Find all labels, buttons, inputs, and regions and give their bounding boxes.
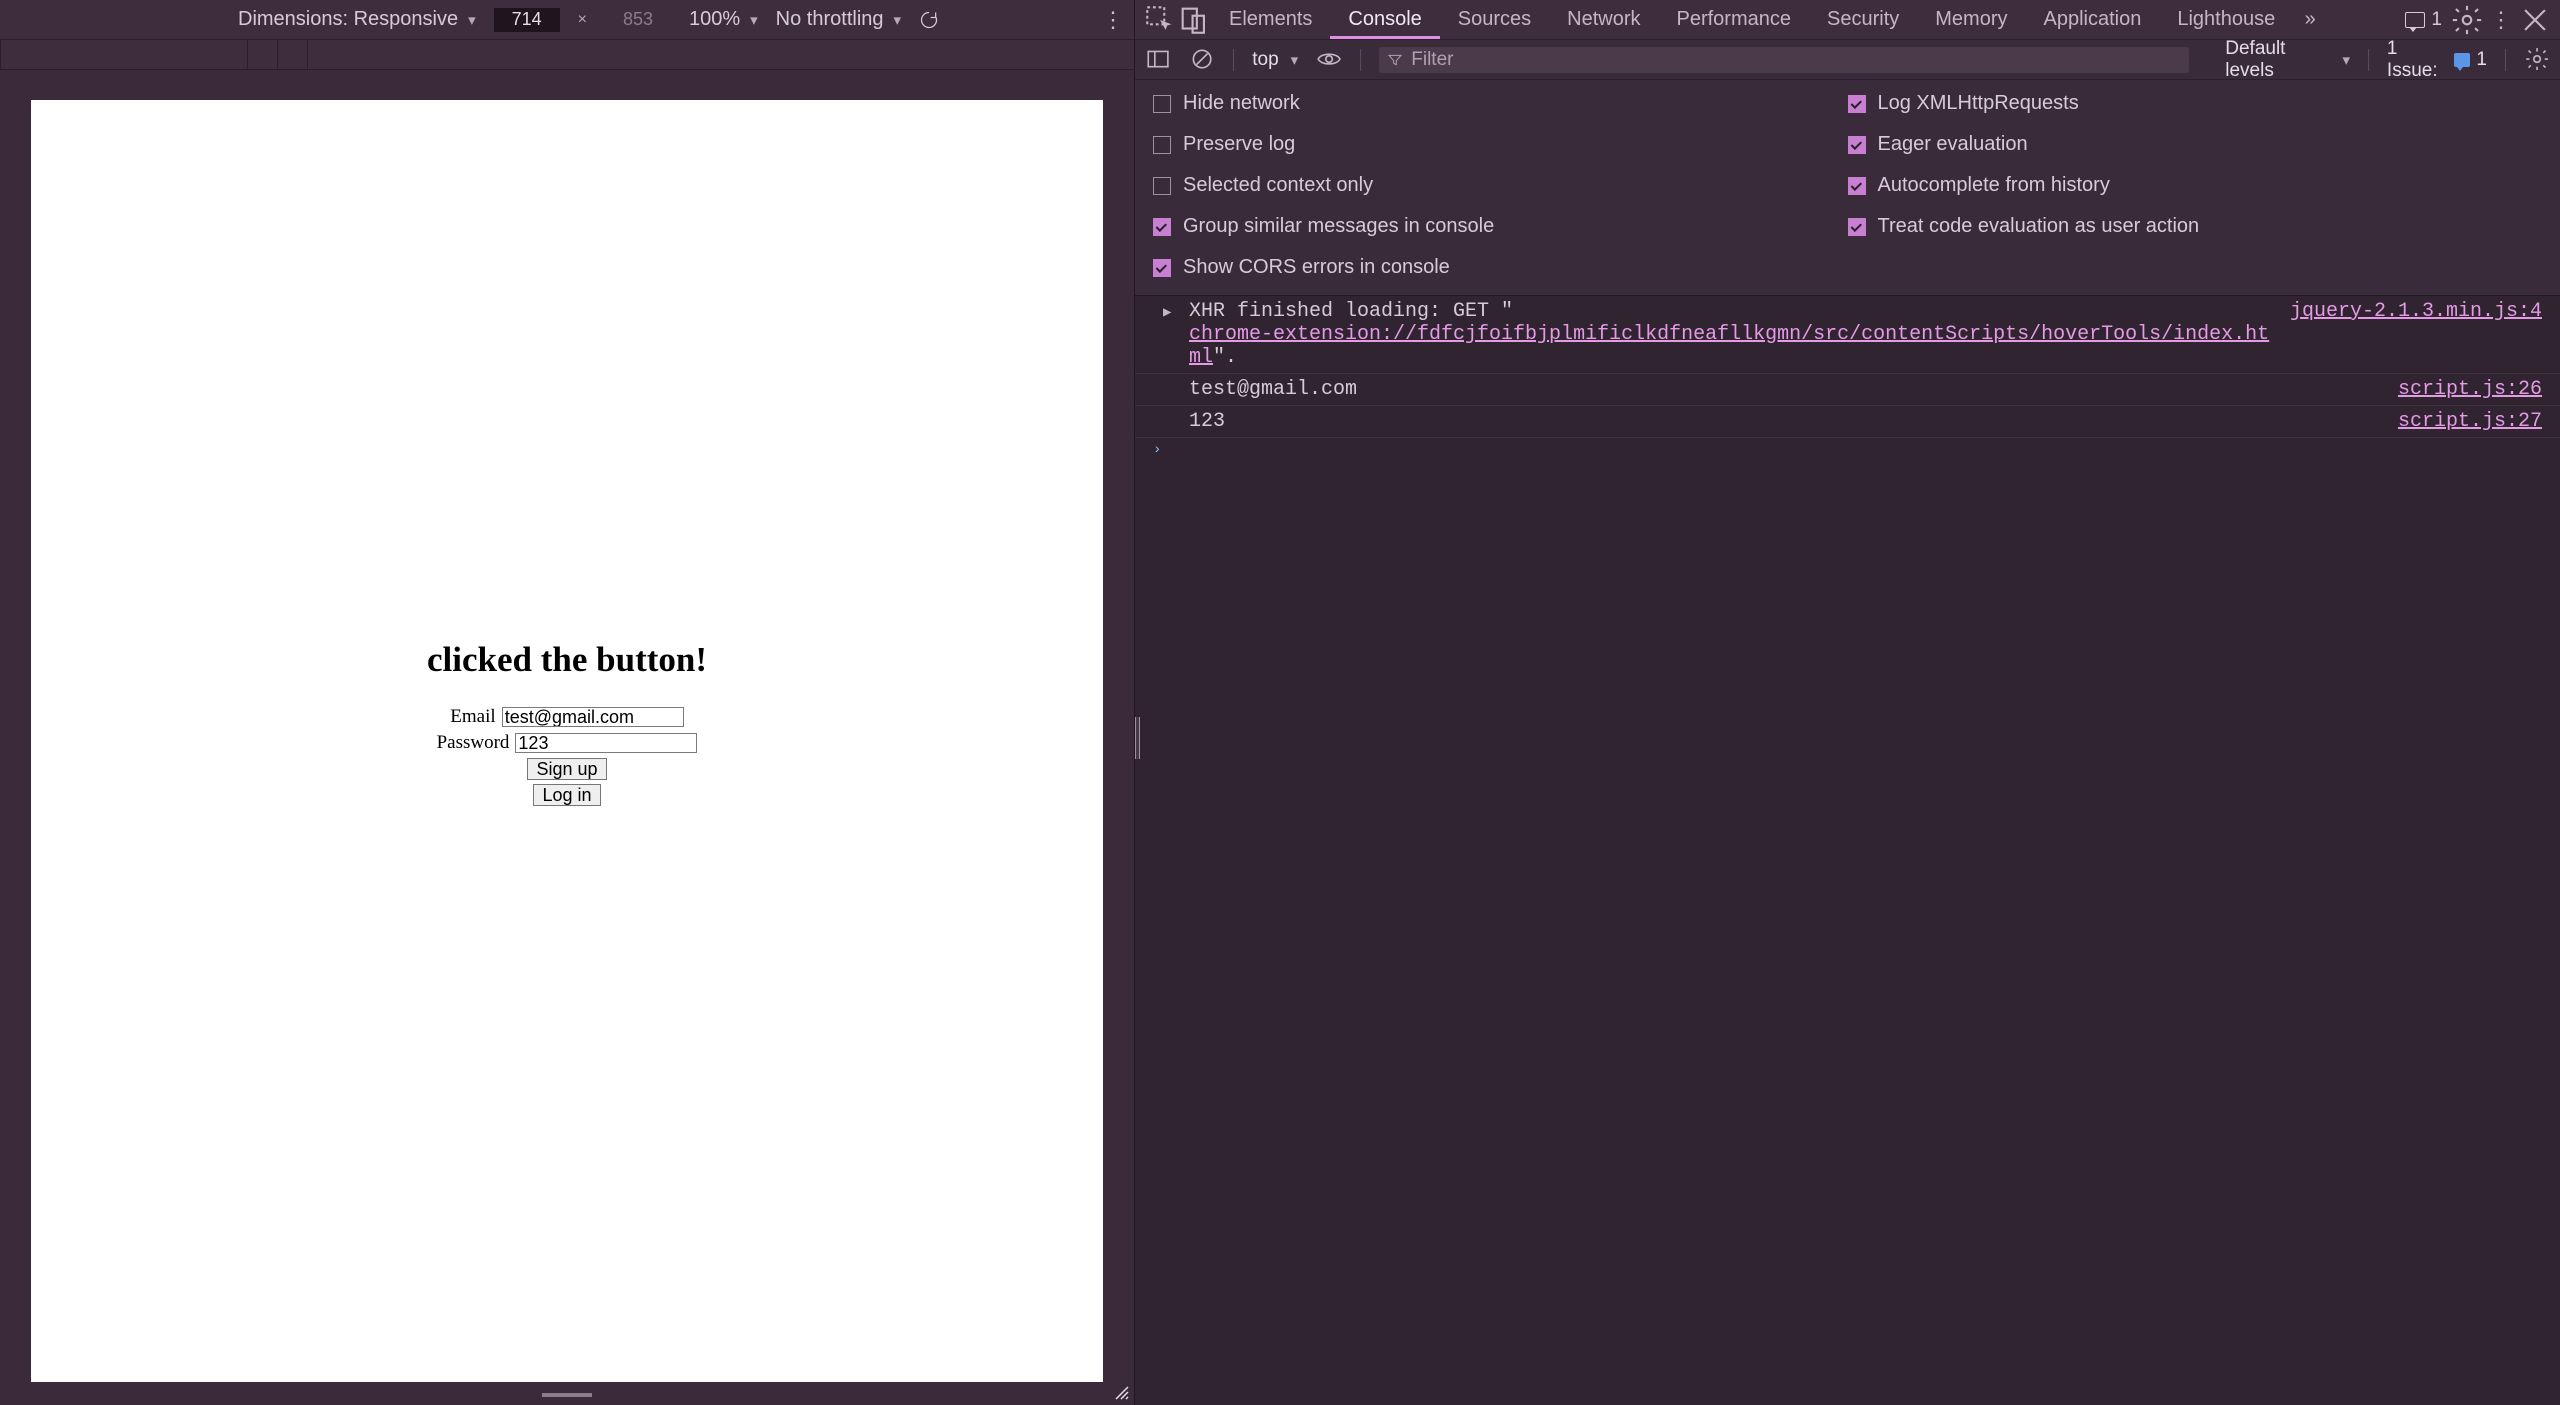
checkbox-icon: [1848, 177, 1866, 195]
sidebar-toggle-icon[interactable]: [1145, 46, 1171, 74]
messages-count: 1: [2431, 9, 2442, 31]
filter-input-container[interactable]: [1379, 47, 2189, 73]
console-toolbar: top Default levels 1 Issue: 1: [1135, 40, 2560, 80]
tab-elements[interactable]: Elements: [1211, 0, 1330, 39]
devtools-pane: Elements Console Sources Network Perform…: [1134, 0, 2560, 1405]
viewport-resize-handle[interactable]: [542, 1393, 592, 1397]
devtools-more-icon[interactable]: ⋮: [2484, 3, 2518, 37]
live-expression-icon[interactable]: [1316, 46, 1342, 74]
login-button[interactable]: Log in: [533, 784, 600, 806]
ruler-segment[interactable]: [248, 40, 278, 69]
checkbox-icon: [1153, 218, 1171, 236]
ruler-segment[interactable]: [278, 40, 308, 69]
signup-button[interactable]: Sign up: [527, 758, 606, 780]
setting-selected-context[interactable]: Selected context only: [1153, 174, 1848, 197]
log-row[interactable]: ▶ test@gmail.com script.js:26: [1135, 374, 2560, 406]
page-heading: clicked the button!: [427, 640, 707, 680]
tab-performance[interactable]: Performance: [1659, 0, 1810, 39]
tab-application[interactable]: Application: [2025, 0, 2159, 39]
settings-icon[interactable]: [2450, 3, 2484, 37]
checkbox-icon: [1848, 136, 1866, 154]
log-source-link[interactable]: script.js:26: [2398, 378, 2542, 401]
rendered-page: clicked the button! Email Password Sign …: [31, 100, 1103, 1382]
devtools-tabbar: Elements Console Sources Network Perform…: [1135, 0, 2560, 40]
email-label: Email: [450, 706, 495, 728]
zoom-dropdown[interactable]: 100%: [689, 8, 758, 31]
message-icon: [2405, 12, 2425, 28]
viewport-container: clicked the button! Email Password Sign …: [0, 70, 1134, 1405]
checkbox-icon: [1153, 95, 1171, 113]
console-log-area: ▶ XHR finished loading: GET " chrome-ext…: [1135, 296, 2560, 1405]
chevron-right-icon: ›: [1153, 442, 1167, 458]
checkbox-icon: [1153, 259, 1171, 277]
inspect-element-icon[interactable]: [1143, 3, 1177, 37]
console-settings-panel: Hide network Log XMLHttpRequests Preserv…: [1135, 80, 2560, 296]
dimensions-x-label: ×: [578, 11, 587, 29]
checkbox-icon: [1153, 136, 1171, 154]
setting-treat-code-eval[interactable]: Treat code evaluation as user action: [1848, 215, 2543, 238]
log-link[interactable]: chrome-extension://fdfcjfoifbjplmificlkd…: [1189, 323, 2269, 369]
viewport-width-input[interactable]: [494, 8, 560, 32]
tab-sources[interactable]: Sources: [1440, 0, 1549, 39]
frame-ruler: [0, 40, 1134, 70]
email-input[interactable]: [502, 707, 684, 727]
checkbox-icon: [1153, 177, 1171, 195]
setting-log-xhr[interactable]: Log XMLHttpRequests: [1848, 92, 2543, 115]
console-prompt[interactable]: ›: [1135, 438, 2560, 462]
tab-security[interactable]: Security: [1809, 0, 1917, 39]
issue-icon: [2454, 53, 2470, 67]
throttling-dropdown[interactable]: No throttling: [776, 8, 901, 31]
log-row-xhr[interactable]: ▶ XHR finished loading: GET " chrome-ext…: [1135, 296, 2560, 374]
log-row[interactable]: ▶ 123 script.js:27: [1135, 406, 2560, 438]
viewport-height-input[interactable]: [605, 8, 671, 32]
more-tabs-icon[interactable]: »: [2293, 3, 2327, 37]
console-settings-icon[interactable]: [2524, 46, 2550, 74]
device-pane: Dimensions: Responsive × 100% No throttl…: [0, 0, 1134, 1405]
tab-lighthouse[interactable]: Lighthouse: [2159, 0, 2293, 39]
checkbox-icon: [1848, 218, 1866, 236]
setting-group-similar[interactable]: Group similar messages in console: [1153, 215, 1848, 238]
setting-eager-eval[interactable]: Eager evaluation: [1848, 133, 2543, 156]
filter-icon: [1387, 52, 1403, 68]
pane-splitter[interactable]: [1135, 717, 1140, 759]
password-input[interactable]: [515, 733, 697, 753]
device-toolbar-more-icon[interactable]: ⋮: [1102, 7, 1124, 33]
checkbox-icon: [1848, 95, 1866, 113]
dimensions-dropdown[interactable]: Dimensions: Responsive: [238, 8, 476, 31]
ruler-segment[interactable]: [308, 40, 1134, 69]
log-levels-dropdown[interactable]: Default levels: [2225, 38, 2350, 82]
filter-input[interactable]: [1411, 49, 2181, 71]
tab-memory[interactable]: Memory: [1917, 0, 2025, 39]
tab-console[interactable]: Console: [1330, 0, 1439, 39]
log-source-link[interactable]: jquery-2.1.3.min.js:4: [2290, 300, 2542, 323]
password-label: Password: [437, 732, 510, 754]
log-source-link[interactable]: script.js:27: [2398, 410, 2542, 433]
tab-network[interactable]: Network: [1549, 0, 1658, 39]
disclosure-triangle-icon[interactable]: ▶: [1163, 300, 1177, 321]
log-message: XHR finished loading: GET " chrome-exten…: [1189, 300, 2278, 369]
setting-preserve-log[interactable]: Preserve log: [1153, 133, 1848, 156]
messages-chip[interactable]: 1: [2397, 9, 2450, 31]
close-devtools-icon[interactable]: [2518, 3, 2552, 37]
execution-context-dropdown[interactable]: top: [1252, 49, 1298, 71]
device-toggle-icon[interactable]: [1177, 3, 1211, 37]
clear-console-icon[interactable]: [1189, 46, 1215, 74]
setting-autocomplete[interactable]: Autocomplete from history: [1848, 174, 2543, 197]
rotate-icon[interactable]: [919, 10, 939, 30]
viewport-corner-handle[interactable]: [1114, 1385, 1130, 1401]
log-message: 123: [1189, 410, 2386, 433]
issues-label: 1 Issue:: [2387, 38, 2448, 82]
issues-chip[interactable]: 1 Issue: 1: [2387, 38, 2487, 82]
setting-show-cors[interactable]: Show CORS errors in console: [1153, 256, 1848, 279]
log-message: test@gmail.com: [1189, 378, 2386, 401]
issues-count: 1: [2476, 49, 2487, 71]
ruler-segment[interactable]: [0, 40, 248, 69]
device-toolbar: Dimensions: Responsive × 100% No throttl…: [0, 0, 1134, 40]
setting-hide-network[interactable]: Hide network: [1153, 92, 1848, 115]
